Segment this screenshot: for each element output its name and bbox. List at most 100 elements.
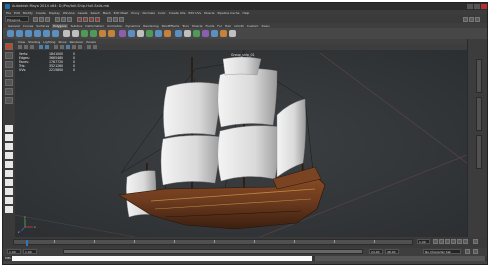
shelf-tab-toon[interactable]: Toon	[182, 24, 189, 28]
shelf-tab-ncloth[interactable]: nCloth	[234, 24, 244, 28]
isolate-select-icon[interactable]	[93, 45, 97, 49]
menu-create[interactable]: Create	[36, 11, 46, 15]
render-settings-icon[interactable]	[119, 17, 124, 22]
extrude-icon[interactable]	[146, 30, 153, 37]
bridge-icon[interactable]	[155, 30, 162, 37]
menu-normals[interactable]: Normals	[143, 11, 155, 15]
step-back-icon[interactable]	[439, 239, 444, 244]
wireframe-icon[interactable]	[54, 45, 58, 49]
textured-icon[interactable]	[66, 45, 70, 49]
shelf-tab-dynamics[interactable]: Dynamics	[125, 24, 140, 28]
select-tool-icon[interactable]	[5, 43, 13, 50]
panel-menu-renderer[interactable]: Renderer	[70, 40, 84, 44]
menu-modify[interactable]: Modify	[23, 11, 33, 15]
render-layout-icon[interactable]	[5, 188, 13, 195]
current-time-marker[interactable]	[26, 240, 28, 246]
menu-edit-mesh[interactable]: Edit Mesh	[114, 11, 129, 15]
grid-toggle-icon[interactable]	[39, 45, 43, 49]
script-layout-icon[interactable]	[5, 197, 13, 204]
hypershade-layout-icon[interactable]	[5, 161, 13, 168]
playback-start-field[interactable]: 1.00	[23, 249, 37, 254]
combine-icon[interactable]	[63, 30, 70, 37]
snap-curve-icon[interactable]	[83, 17, 88, 22]
panel-menu-panels[interactable]: Panels	[86, 40, 96, 44]
step-forward-icon[interactable]	[457, 239, 462, 244]
animation-start-field[interactable]: 1.00	[7, 249, 21, 254]
panel-menu-view[interactable]: View	[18, 40, 25, 44]
time-slider-track[interactable]	[13, 239, 413, 246]
preferences-icon[interactable]	[473, 249, 478, 254]
last-tool-icon[interactable]	[5, 97, 13, 104]
persp-outliner-layout-icon[interactable]	[5, 143, 13, 150]
ipr-render-icon[interactable]	[113, 17, 118, 22]
show-channel-box-icon[interactable]	[463, 17, 468, 22]
xray-icon[interactable]	[87, 45, 91, 49]
snap-surface-icon[interactable]	[95, 17, 100, 22]
lasso-tool-icon[interactable]	[5, 52, 13, 59]
show-attribute-editor-icon[interactable]	[469, 17, 474, 22]
menu-assets[interactable]: Assets	[78, 11, 88, 15]
smooth-icon[interactable]	[128, 30, 135, 37]
film-gate-icon[interactable]	[45, 45, 49, 49]
shelf-tab-fluids[interactable]: Fluids	[206, 24, 215, 28]
open-scene-icon[interactable]	[39, 17, 44, 22]
menu-mesh[interactable]: Mesh	[103, 11, 111, 15]
shelf-tab-muscle[interactable]: Muscle	[192, 24, 202, 28]
custom-layout-icon[interactable]	[5, 206, 13, 213]
uv-layout-icon[interactable]	[5, 179, 13, 186]
go-to-end-icon[interactable]	[463, 239, 468, 244]
fill-hole-icon[interactable]	[137, 30, 144, 37]
shelf-tab-surfaces[interactable]: Surfaces	[36, 24, 49, 28]
menu-edit-uvs[interactable]: Edit UVs	[189, 11, 202, 15]
menu-display[interactable]: Display	[49, 11, 60, 15]
shelf-tab-deformation[interactable]: Deformation	[85, 24, 104, 28]
shelf-tab-hair[interactable]: Hair	[225, 24, 231, 28]
boolean-difference-icon[interactable]	[99, 30, 106, 37]
shelf-tab-curves[interactable]: Curves	[23, 24, 33, 28]
boolean-union-icon[interactable]	[90, 30, 97, 37]
panel-menu-lighting[interactable]: Lighting	[43, 40, 55, 44]
panel-menu-shading[interactable]: Shading	[28, 40, 40, 44]
poly-torus-icon[interactable]	[52, 30, 59, 37]
new-scene-icon[interactable]	[33, 17, 38, 22]
select-object-icon[interactable]	[61, 17, 66, 22]
key-icon[interactable]	[465, 249, 470, 254]
maximize-button[interactable]	[474, 4, 480, 9]
shelf-tab-fur[interactable]: Fur	[217, 24, 222, 28]
playback-end-field[interactable]: 24.00	[369, 249, 383, 254]
tool-settings-tab[interactable]	[476, 135, 482, 169]
append-polygon-icon[interactable]	[164, 30, 171, 37]
menu-color[interactable]: Color	[158, 11, 166, 15]
select-camera-icon[interactable]	[18, 45, 22, 49]
attribute-editor-tab[interactable]	[476, 97, 482, 131]
menu-edit[interactable]: Edit	[14, 11, 20, 15]
poly-plane-icon[interactable]	[43, 30, 50, 37]
command-language-label[interactable]: MEL	[5, 256, 11, 260]
render-frame-icon[interactable]	[107, 17, 112, 22]
menu-window[interactable]: Window	[63, 11, 75, 15]
menu-create-uvs[interactable]: Create UVs	[169, 11, 186, 15]
planar-mapping-icon[interactable]	[211, 30, 218, 37]
poly-cube-icon[interactable]	[16, 30, 23, 37]
menu-pipeline-cache[interactable]: Pipeline Cache	[217, 11, 239, 15]
menu-proxy[interactable]: Proxy	[131, 11, 139, 15]
move-tool-icon[interactable]	[5, 70, 13, 77]
split-polygon-icon[interactable]	[175, 30, 182, 37]
character-set-dropdown[interactable]: No Character Set	[423, 249, 461, 254]
menu-select[interactable]: Select	[90, 11, 99, 15]
extract-icon[interactable]	[81, 30, 88, 37]
poly-sphere-icon[interactable]	[7, 30, 14, 37]
insert-edge-loop-icon[interactable]	[184, 30, 191, 37]
channel-box-tab[interactable]	[476, 59, 482, 93]
paint-select-icon[interactable]	[5, 61, 13, 68]
minimize-button[interactable]	[467, 4, 473, 9]
play-forward-icon[interactable]	[451, 239, 456, 244]
shelf-tab-general[interactable]: General	[8, 24, 20, 28]
auto-key-icon[interactable]	[473, 239, 478, 244]
smooth-shade-icon[interactable]	[60, 45, 64, 49]
ship-model-render[interactable]	[15, 39, 467, 237]
single-view-layout-icon[interactable]	[5, 125, 13, 132]
snap-grid-icon[interactable]	[77, 17, 82, 22]
animation-end-field[interactable]: 48.00	[385, 249, 399, 254]
bevel-icon[interactable]	[193, 30, 200, 37]
